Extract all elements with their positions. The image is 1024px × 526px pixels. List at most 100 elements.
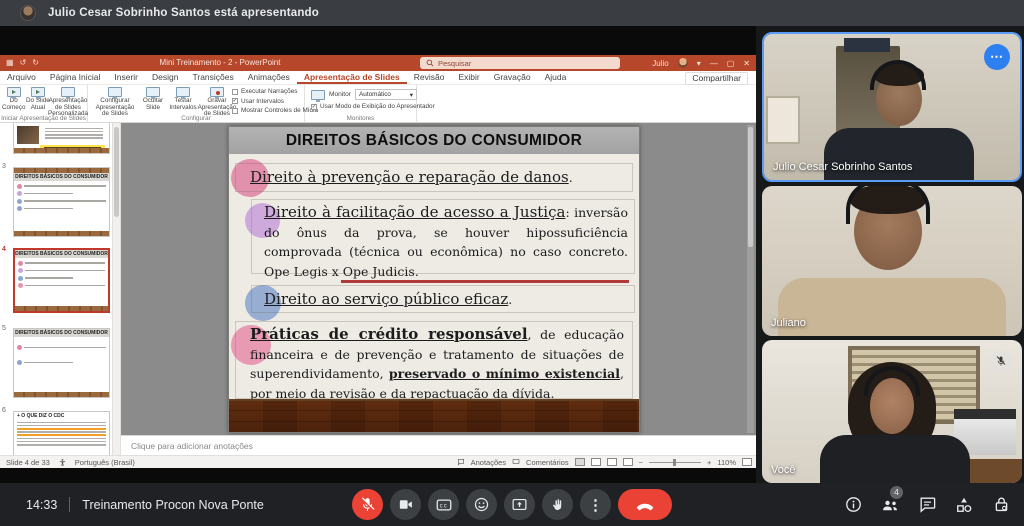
participant-name: Juliano xyxy=(771,317,806,329)
hide-slide-button[interactable]: Ocultar Slide xyxy=(140,87,166,111)
tab-animacoes[interactable]: Animações xyxy=(241,71,297,84)
zoom-in-button[interactable]: + xyxy=(707,458,711,467)
screen-share-region: ▦ ↺ ↻ Mini Treinamento - 2 - PowerPoint … xyxy=(0,26,756,483)
presenter-view-checkbox[interactable]: ✓Usar Modo de Exibição do Apresentador xyxy=(311,103,435,110)
close-button[interactable]: ✕ xyxy=(743,59,750,68)
monitor-icon xyxy=(311,90,325,100)
slide-item-3: Direito ao serviço público eficaz. xyxy=(251,285,635,313)
meeting-panels: 4 xyxy=(842,483,1012,526)
account-name[interactable]: Julio xyxy=(652,59,668,68)
thumbnail-slide-5[interactable]: DIREITOS BÁSICOS DO CONSUMIDOR xyxy=(13,328,110,398)
thumbnail-slide-2[interactable] xyxy=(13,123,110,154)
meet-window: Julio Cesar Sobrinho Santos está apresen… xyxy=(0,0,1024,526)
ppt-share-button[interactable]: Compartilhar xyxy=(685,72,748,85)
activities-button[interactable] xyxy=(953,494,975,516)
language-indicator[interactable]: Português (Brasil) xyxy=(75,458,135,467)
tab-gravacao[interactable]: Gravação xyxy=(487,71,538,84)
slide-sorter-view-button[interactable] xyxy=(591,458,601,466)
host-controls-button[interactable] xyxy=(990,494,1012,516)
zoom-out-button[interactable]: − xyxy=(639,458,643,467)
group-label: Configurar xyxy=(88,115,304,122)
panel-scrollbar[interactable] xyxy=(113,123,121,455)
setup-slideshow-button[interactable]: Configurar Apresentação de Slides xyxy=(92,87,138,118)
restore-button[interactable]: ▢ xyxy=(727,59,735,68)
meeting-name: Treinamento Procon Nova Ponte xyxy=(82,498,264,512)
thumbnail-slide-3[interactable]: DIREITOS BÁSICOS DO CONSUMIDOR xyxy=(13,167,110,237)
video-feed xyxy=(762,340,1022,483)
thumbnail-number: 3 xyxy=(2,163,6,170)
notes-toggle[interactable]: Anotações xyxy=(471,458,506,467)
slide-canvas[interactable]: DIREITOS BÁSICOS DO CONSUMIDOR Direito à… xyxy=(228,126,640,433)
notes-pane[interactable]: Clique para adicionar anotações xyxy=(121,435,756,455)
raise-hand-button[interactable] xyxy=(542,489,573,520)
camera-toggle-button[interactable] xyxy=(390,489,421,520)
zoom-level[interactable]: 110% xyxy=(717,458,736,467)
chat-button[interactable] xyxy=(916,494,938,516)
grid-icon[interactable]: ▦ xyxy=(6,55,14,71)
thumbnail-number: 6 xyxy=(2,407,6,414)
tab-arquivo[interactable]: Arquivo xyxy=(0,71,43,84)
search-placeholder: Pesquisar xyxy=(438,59,471,68)
video-tile-presenter[interactable]: ⋯ Julio Cesar Sobrinho Santos xyxy=(762,32,1022,182)
slide-item-1: Direito à prevenção e reparação de danos… xyxy=(235,163,633,192)
account-avatar[interactable] xyxy=(678,58,688,68)
end-call-button[interactable] xyxy=(618,489,672,520)
from-current-slide-button[interactable]: Do Slide Atual xyxy=(26,87,50,111)
tab-apresentacao-de-slides[interactable]: Apresentação de Slides xyxy=(297,71,407,84)
video-tile-self[interactable]: Você xyxy=(762,340,1022,483)
minimize-button[interactable]: — xyxy=(710,59,718,68)
tab-transicoes[interactable]: Transições xyxy=(185,71,240,84)
normal-view-button[interactable] xyxy=(575,458,585,466)
accessibility-icon[interactable] xyxy=(58,458,67,467)
thumbnail-image xyxy=(17,126,39,144)
reading-view-button[interactable] xyxy=(607,458,617,466)
participant-name: Julio Cesar Sobrinho Santos xyxy=(773,161,912,173)
monitor-dropdown[interactable]: Automático▾ xyxy=(355,89,417,100)
present-icon xyxy=(511,496,528,513)
undo-icon[interactable]: ↺ xyxy=(20,55,27,71)
tab-pagina-inicial[interactable]: Página Inicial xyxy=(43,71,108,84)
tab-inserir[interactable]: Inserir xyxy=(107,71,145,84)
thumbnail-slide-6[interactable]: + O QUE DIZ O CDC xyxy=(13,411,110,455)
reactions-button[interactable] xyxy=(466,489,497,520)
ppt-statusbar: Slide 4 de 33 Português (Brasil) Anotaçõ… xyxy=(0,455,756,468)
monitor-icon xyxy=(61,87,75,97)
rehearse-timings-button[interactable]: Testar Intervalos xyxy=(168,87,198,111)
record-slideshow-button[interactable]: Gravar Apresentação de Slides xyxy=(200,87,234,118)
ribbon-group-configure: Configurar Apresentação de Slides Oculta… xyxy=(88,85,305,123)
mic-toggle-button[interactable] xyxy=(352,489,383,520)
tab-design[interactable]: Design xyxy=(145,71,185,84)
group-label: Iniciar Apresentação de Slides xyxy=(0,115,87,122)
more-options-button[interactable]: ⋮ xyxy=(580,489,611,520)
slide-scrollbar[interactable] xyxy=(747,125,754,433)
monitor-icon xyxy=(108,87,122,97)
comments-toggle[interactable]: Comentários xyxy=(526,458,569,467)
thumbnail-number: 5 xyxy=(2,325,6,332)
ribbon-group-monitors: Monitor Automático▾ ✓Usar Modo de Exibiç… xyxy=(305,85,417,123)
thumbnail-slide-4-selected[interactable]: DIREITOS BÁSICOS DO CONSUMIDOR xyxy=(13,248,110,313)
slideshow-view-button[interactable] xyxy=(623,458,633,466)
captions-button[interactable]: cc xyxy=(428,489,459,520)
mic-off-icon xyxy=(995,355,1007,367)
red-underline-annotation xyxy=(341,280,629,283)
meeting-details-button[interactable] xyxy=(842,494,864,516)
quick-access-toolbar: ▦ ↺ ↻ xyxy=(6,55,39,71)
participants-button[interactable]: 4 xyxy=(879,494,901,516)
from-beginning-button[interactable]: Do Começo xyxy=(2,87,25,111)
redo-icon[interactable]: ↻ xyxy=(32,55,39,71)
custom-slideshow-button[interactable]: Apresentação de Slides Personalizada xyxy=(50,87,86,118)
slideshow-icon xyxy=(31,87,45,97)
mic-off-icon xyxy=(359,496,376,513)
video-tile-juliano[interactable]: Juliano xyxy=(762,186,1022,336)
tab-revisao[interactable]: Revisão xyxy=(407,71,452,84)
tile-options-button[interactable]: ⋯ xyxy=(984,44,1010,70)
present-button[interactable] xyxy=(504,489,535,520)
tab-exibir[interactable]: Exibir xyxy=(451,71,486,84)
zoom-slider[interactable] xyxy=(649,462,701,463)
ppt-search-input[interactable]: Pesquisar xyxy=(420,57,620,69)
powerpoint-window: ▦ ↺ ↻ Mini Treinamento - 2 - PowerPoint … xyxy=(0,55,756,468)
headset xyxy=(846,186,930,224)
tab-ajuda[interactable]: Ajuda xyxy=(538,71,574,84)
fit-to-window-button[interactable] xyxy=(742,458,752,466)
ribbon-options-icon[interactable]: ▾ xyxy=(697,59,701,68)
